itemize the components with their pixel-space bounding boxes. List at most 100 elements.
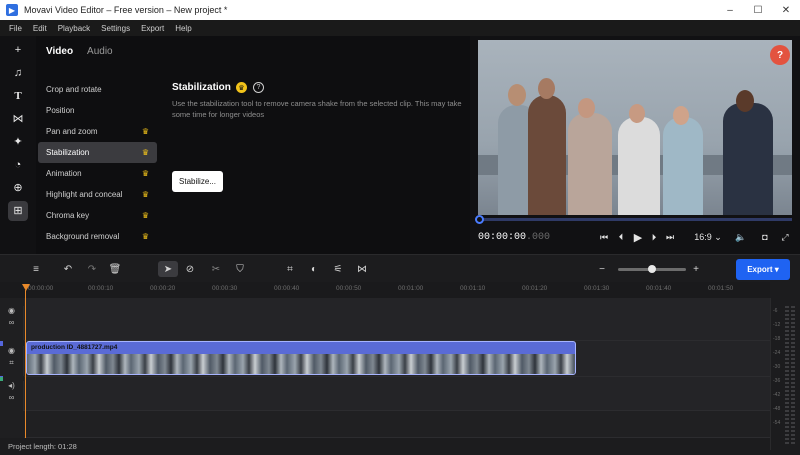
window-title: Movavi Video Editor – Free version – New… (24, 5, 228, 15)
category-stabilization[interactable]: Stabilization ♛ (38, 142, 157, 163)
tab-video[interactable]: Video (46, 46, 73, 57)
close-button[interactable]: ✕ (772, 0, 800, 20)
tool-sidebar: + ♫ T ⋈ ✦ ◔ ⊕ ⊞ (0, 36, 36, 254)
volume-icon[interactable]: 🔈 (734, 229, 748, 245)
video-preview[interactable] (478, 40, 792, 215)
preview-player: ? 00:00:00.000 ⏮ ⏴ ▶ ⏵ ⏭ 16:9 ⌄ 🔈 ◘ ⤢ (470, 36, 800, 254)
playhead-handle[interactable] (22, 284, 30, 291)
redo-icon[interactable]: ↷ (84, 261, 100, 277)
zoom-in-icon[interactable]: + (688, 261, 704, 277)
track-header-audio: ◂) ∞ (0, 381, 24, 411)
export-button[interactable]: Export ▾ (736, 259, 790, 280)
category-position[interactable]: Position (38, 100, 157, 121)
menu-file[interactable]: File (9, 24, 22, 33)
add-media-icon[interactable]: + (0, 38, 36, 61)
add-track-icon[interactable]: ≡ (28, 261, 44, 277)
skip-start-icon[interactable]: ⏮ (598, 229, 610, 245)
marker-icon[interactable]: ⛉ (232, 261, 248, 277)
tools-panel: Video Audio Crop and rotate Position Pan… (36, 36, 470, 254)
select-tool-icon[interactable]: ➤ (158, 261, 178, 277)
link-icon[interactable]: ∞ (0, 318, 23, 330)
empty-track[interactable] (24, 411, 770, 438)
callouts-icon[interactable]: ◔ (0, 153, 36, 176)
chevron-down-icon: ▾ (774, 265, 779, 274)
crop-icon[interactable]: ⌗ (282, 261, 298, 277)
ruler-label: 00:01:30 (584, 285, 610, 292)
ruler-label: 00:00:20 (150, 285, 176, 292)
filters-icon[interactable]: ⊕ (0, 176, 36, 199)
transitions-icon[interactable]: ⋈ (0, 107, 36, 130)
prev-frame-icon[interactable]: ⏴ (615, 229, 627, 245)
color-icon[interactable]: ◐ (306, 261, 322, 277)
ruler-label: 00:01:20 (522, 285, 548, 292)
snapshot-icon[interactable]: ◘ (758, 229, 772, 245)
play-icon[interactable]: ▶ (631, 229, 645, 245)
video-clip[interactable]: production ID_4881727.mp4 (26, 341, 576, 375)
titles-icon[interactable]: T (0, 84, 36, 107)
category-background-removal[interactable]: Background removal ♛ (38, 226, 157, 247)
playback-scrubber[interactable] (475, 215, 792, 224)
menu-playback[interactable]: Playback (58, 24, 90, 33)
ruler-label: 00:01:50 (708, 285, 734, 292)
scrubber-handle[interactable] (475, 215, 484, 224)
skip-end-icon[interactable]: ⏭ (664, 229, 676, 245)
premium-crown-icon: ♛ (235, 82, 247, 93)
link-icon[interactable]: ∞ (0, 393, 23, 405)
ruler-label: 00:00:50 (336, 285, 362, 292)
timeline-ruler[interactable]: 00:00:00 00:00:10 00:00:20 00:00:30 00:0… (0, 282, 770, 298)
timecode: 00:00:00.000 (478, 231, 551, 243)
transitions-tool-icon[interactable]: ⋈ (354, 261, 370, 277)
fullscreen-icon[interactable]: ⤢ (778, 229, 792, 245)
volume-icon[interactable]: ◂) (0, 381, 23, 393)
minimize-button[interactable]: – (716, 0, 744, 20)
ruler-label: 00:00:40 (274, 285, 300, 292)
filmstrip-icon[interactable]: ⌗ (0, 358, 23, 370)
more-tools-icon[interactable]: ⊞ (0, 199, 36, 222)
premium-crown-icon: ♛ (141, 232, 149, 241)
ruler-label: 00:00:30 (212, 285, 238, 292)
zoom-slider[interactable] (618, 265, 686, 273)
chevron-down-icon: ⌄ (714, 231, 722, 242)
premium-crown-icon: ♛ (141, 190, 149, 199)
tab-audio[interactable]: Audio (87, 46, 113, 57)
adjust-icon[interactable]: ⚟ (330, 261, 346, 277)
category-pan-and-zoom[interactable]: Pan and zoom ♛ (38, 121, 157, 142)
zoom-slider-handle[interactable] (648, 265, 657, 273)
movavi-logo-icon: ▶ (6, 4, 18, 16)
music-icon[interactable]: ♫ (0, 61, 36, 84)
menu-export[interactable]: Export (141, 24, 164, 33)
visibility-icon[interactable]: ◉ (0, 306, 23, 318)
overlay-track[interactable] (24, 298, 770, 341)
visibility-icon[interactable]: ◉ (0, 346, 23, 358)
stabilize-button[interactable]: Stabilize... (172, 171, 223, 192)
title-bar: ▶ Movavi Video Editor – Free version – N… (0, 0, 800, 20)
category-animation[interactable]: Animation ♛ (38, 163, 157, 184)
maximize-button[interactable]: ☐ (744, 0, 772, 20)
aspect-ratio-dropdown[interactable]: 16:9 ⌄ (694, 229, 722, 245)
menu-help[interactable]: Help (175, 24, 191, 33)
stickers-icon[interactable]: ✦ (0, 130, 36, 153)
delete-icon[interactable]: 🗑 (107, 261, 123, 277)
clip-thumbnails (27, 354, 575, 374)
menu-edit[interactable]: Edit (33, 24, 47, 33)
zoom-out-icon[interactable]: − (594, 261, 610, 277)
track-header-titles: ◉ ∞ (0, 306, 24, 340)
menu-bar: File Edit Playback Settings Export Help (0, 20, 800, 36)
blade-off-icon[interactable]: ⊘ (182, 261, 198, 277)
undo-icon[interactable]: ↶ (60, 261, 76, 277)
menu-settings[interactable]: Settings (101, 24, 130, 33)
cut-icon[interactable]: ✂ (208, 261, 224, 277)
timeline-toolbar: ≡ ↶ ↷ 🗑 ➤ ⊘ ✂ ⛉ ⌗ ◐ ⚟ ⋈ − + Export ▾ (0, 254, 800, 282)
level-bar-left (785, 306, 789, 446)
next-frame-icon[interactable]: ⏵ (648, 229, 660, 245)
audio-track[interactable] (24, 377, 770, 411)
category-highlight-and-conceal[interactable]: Highlight and conceal ♛ (38, 184, 157, 205)
category-chroma-key[interactable]: Chroma key ♛ (38, 205, 157, 226)
level-bar-right (791, 306, 795, 446)
category-crop-and-rotate[interactable]: Crop and rotate (38, 79, 157, 100)
help-button[interactable]: ? (770, 45, 790, 65)
premium-crown-icon: ♛ (141, 148, 149, 157)
playhead[interactable] (25, 290, 26, 438)
help-icon[interactable]: ? (252, 82, 264, 93)
detail-description: Use the stabilization tool to remove cam… (172, 99, 462, 119)
